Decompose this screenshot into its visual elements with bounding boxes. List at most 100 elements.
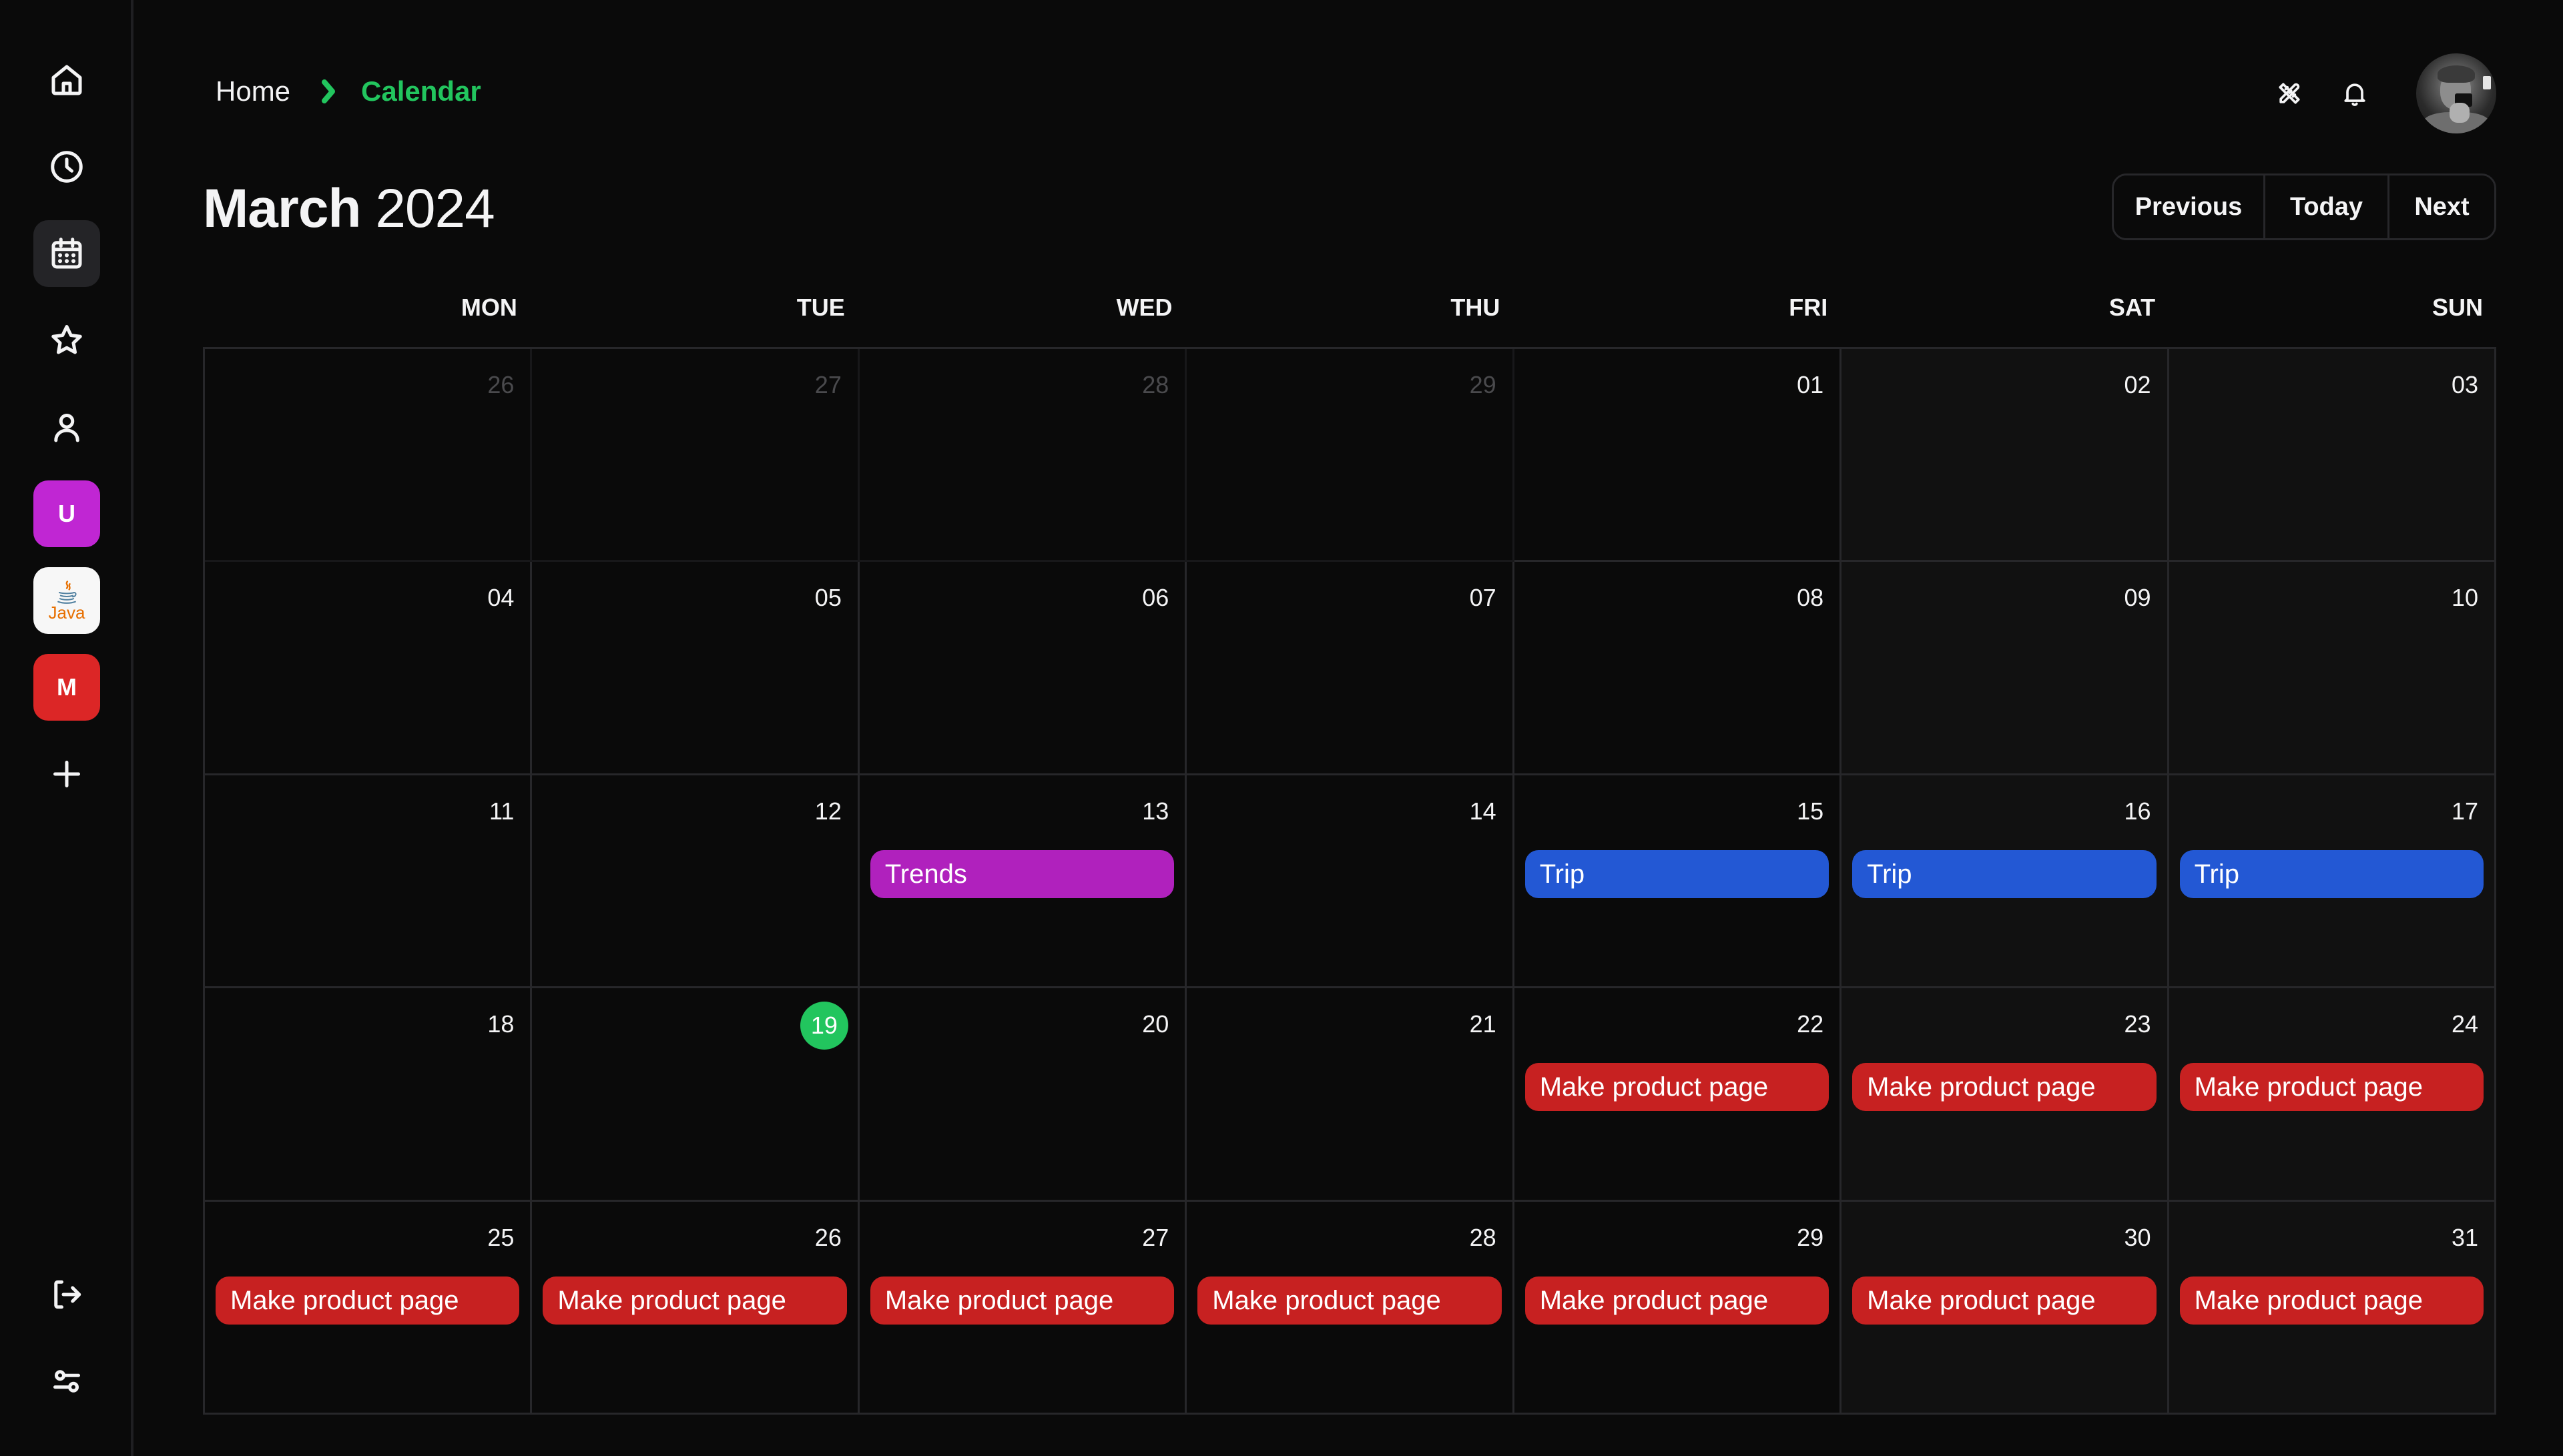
sidebar-item-favorites[interactable] [33,307,100,374]
chevron-right-icon [317,78,340,105]
day-number: 05 [814,584,842,612]
next-button[interactable]: Next [2387,175,2494,238]
calendar-day-cell[interactable]: 06 [859,562,1187,775]
calendar-day-cell[interactable]: 26 Make product page [532,1201,860,1415]
calendar-event[interactable]: Make product page [1852,1063,2157,1112]
day-number: 06 [1142,584,1169,612]
weekday-wed: WED [1116,294,1173,321]
sidebar-item-recent[interactable] [33,133,100,200]
calendar-event[interactable]: Make product page [1852,1276,2157,1325]
design-tools-button[interactable] [2269,73,2309,113]
calendar-day-cell[interactable]: 04 [205,562,533,775]
sidebar-item-calendar[interactable] [33,220,100,287]
calendar-day-cell[interactable]: 25 Make product page [205,1201,533,1415]
today-button[interactable]: Today [2263,175,2387,238]
breadcrumb-current: Calendar [361,75,481,107]
day-number: 12 [814,797,842,825]
app-tile-java[interactable]: Java [33,567,100,634]
sidebar-item-home[interactable] [33,47,100,113]
calendar-event[interactable]: Trends [870,849,1175,898]
day-number: 27 [1142,1223,1169,1251]
calendar-day-cell[interactable]: 02 [1841,349,2169,563]
calendar-day-cell[interactable]: 24 Make product page [2169,988,2496,1202]
day-number: 09 [2124,584,2151,612]
calendar-event[interactable]: Make product page [2179,1063,2484,1112]
app-tile-u[interactable]: U [33,480,100,547]
bell-icon [2344,83,2365,106]
page-title: March 2024 [203,177,495,240]
user-avatar[interactable] [2416,53,2496,133]
day-number: 29 [1797,1223,1824,1251]
calendar-day-cell[interactable]: 09 [1841,562,2169,775]
calendar-day-cell[interactable]: 08 [1514,562,1842,775]
weekday-header: MON TUE WED THU FRI SAT SUN [203,294,2496,322]
calendar-event[interactable]: Make product page [870,1276,1175,1325]
calendar-day-cell[interactable]: 27 [532,349,860,563]
calendar-icon [51,238,82,269]
calendar-day-cell[interactable]: 21 [1187,988,1514,1202]
settings-button[interactable] [33,1348,100,1415]
calendar-day-cell[interactable]: 20 [859,988,1187,1202]
calendar-day-cell[interactable]: 16 Trip [1841,775,2169,989]
day-number: 28 [1469,1223,1496,1251]
calendar-day-cell[interactable]: 28 [859,349,1187,563]
calendar-event[interactable]: Make product page [1197,1276,1502,1325]
day-number: 29 [1469,371,1496,398]
previous-button[interactable]: Previous [2114,175,2263,238]
notifications-button[interactable] [2335,73,2375,113]
calendar-day-cell[interactable]: 07 [1187,562,1514,775]
add-app-button[interactable] [33,741,100,807]
day-number: 26 [814,1223,842,1251]
calendar-event[interactable]: Make product page [216,1276,520,1325]
calendar-day-cell[interactable]: 28 Make product page [1187,1201,1514,1415]
day-number: 28 [1142,371,1169,398]
calendar-day-cell[interactable]: 30 Make product page [1841,1201,2169,1415]
day-number: 02 [2124,371,2151,398]
calendar-day-cell[interactable]: 03 [2169,349,2496,563]
calendar-day-cell[interactable]: 17 Trip [2169,775,2496,989]
sliders-icon [53,1370,80,1393]
calendar-day-cell[interactable]: 12 [532,775,860,989]
logout-button[interactable] [33,1261,100,1328]
app-tile-label: Java [48,603,85,623]
calendar-day-cell[interactable]: 15 Trip [1514,775,1842,989]
calendar-day-cell[interactable]: 05 [532,562,860,775]
user-icon [54,414,79,442]
title-month: March [203,178,362,239]
breadcrumb-home-link[interactable]: Home [216,75,290,107]
day-number: 30 [2124,1223,2151,1251]
calendar-day-cell[interactable]: 26 [205,349,533,563]
calendar-event[interactable]: Trip [1852,849,2157,898]
calendar-event[interactable]: Trip [2179,849,2484,898]
sidebar-item-profile[interactable] [33,394,100,460]
calendar-event[interactable]: Make product page [543,1276,847,1325]
weekday-thu: THU [1450,294,1500,321]
day-number: 24 [2451,1010,2478,1038]
title-year: 2024 [375,178,495,239]
calendar-event[interactable]: Make product page [2179,1276,2484,1325]
calendar-event[interactable]: Trip [1524,849,1829,898]
day-number: 03 [2451,371,2478,398]
calendar-day-cell[interactable]: 10 [2169,562,2496,775]
calendar-day-cell[interactable]: 14 [1187,775,1514,989]
calendar-event[interactable]: Make product page [1524,1063,1829,1112]
calendar-day-cell[interactable]: 01 [1514,349,1842,563]
calendar-grid: 26 27 28 29 01 02 03 04 05 06 07 08 09 10 11 12 13 Trends… [203,347,2496,1415]
calendar-day-cell[interactable]: 11 [205,775,533,989]
calendar-day-cell[interactable]: 13 Trends [859,775,1187,989]
day-number: 21 [1469,1010,1496,1038]
calendar-day-cell[interactable]: 31 Make product page [2169,1201,2496,1415]
calendar-day-cell[interactable]: 29 Make product page [1514,1201,1842,1415]
calendar-day-cell[interactable]: 27 Make product page [859,1201,1187,1415]
day-number: 13 [1142,797,1169,825]
calendar-event[interactable]: Make product page [1524,1276,1829,1325]
day-number: 15 [1797,797,1824,825]
day-number: 22 [1797,1010,1824,1038]
day-number: 26 [487,371,515,398]
calendar-day-cell[interactable]: 19 [532,988,860,1202]
calendar-day-cell[interactable]: 22 Make product page [1514,988,1842,1202]
calendar-day-cell[interactable]: 23 Make product page [1841,988,2169,1202]
calendar-day-cell[interactable]: 18 [205,988,533,1202]
calendar-day-cell[interactable]: 29 [1187,349,1514,563]
app-tile-m[interactable]: M [33,654,100,721]
